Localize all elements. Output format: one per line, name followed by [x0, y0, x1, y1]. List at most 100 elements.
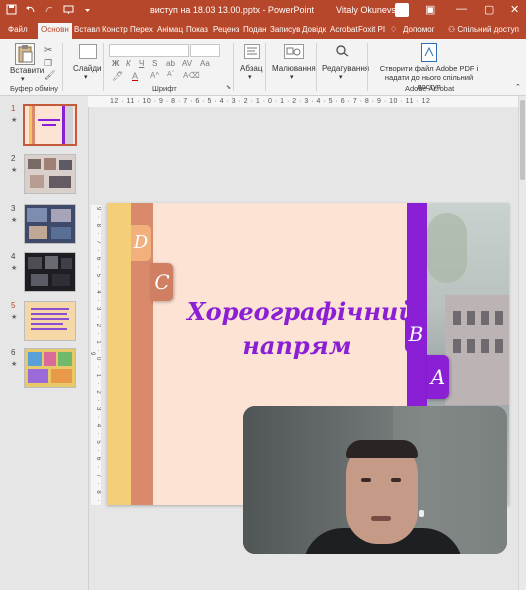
shadow-icon[interactable]: ab [166, 59, 175, 68]
change-case-icon[interactable]: Aa [200, 59, 210, 68]
text-highlight-icon[interactable]: 🖊 [112, 71, 123, 82]
ribbon: Вставити ▾ ✂ ❐ 🖌 Буфер обміну Слайди ▾ Ж… [0, 39, 526, 96]
paragraph-icon[interactable] [244, 44, 260, 59]
editing-dropdown-icon[interactable]: ▾ [339, 73, 343, 81]
italic-icon[interactable]: К [126, 59, 131, 68]
tab-help[interactable]: Довідк [302, 25, 326, 34]
animation-star-icon: ★ [11, 167, 18, 174]
slides-dropdown-icon[interactable]: ▾ [84, 73, 88, 81]
paste-dropdown-icon[interactable]: ▾ [21, 75, 25, 83]
tab-tell-me[interactable]: Допомог [403, 25, 435, 34]
font-color-icon[interactable]: A [132, 71, 138, 81]
person-icon: ⚇ [448, 25, 458, 34]
cut-icon[interactable]: ✂ [44, 45, 52, 56]
strikethrough-icon[interactable]: S [152, 59, 157, 68]
shapes-icon[interactable] [284, 44, 304, 59]
undo-icon[interactable] [25, 4, 36, 15]
font-dialog-launcher-icon[interactable]: ⬊ [226, 84, 231, 91]
person-hair [346, 440, 418, 458]
tab-slideshow[interactable]: Показ [186, 25, 208, 34]
tab-home[interactable]: Основн [38, 23, 72, 39]
font-size-input[interactable] [190, 44, 220, 57]
slide-thumb-3[interactable] [24, 204, 76, 244]
paragraph-dropdown-icon[interactable]: ▾ [248, 73, 252, 81]
tab-c: C [151, 263, 173, 301]
customize-toolbar-icon[interactable] [82, 4, 93, 15]
search-icon[interactable] [335, 44, 351, 57]
yellow-stripe [107, 203, 131, 505]
editing-button[interactable]: Редагування [322, 64, 369, 73]
clear-formatting-icon[interactable]: A⌫ [183, 71, 200, 80]
slide-thumb-6[interactable] [24, 348, 76, 388]
thumb-number: 1 [11, 104, 16, 113]
slide-thumbnails-pane: 1 ★ 2 ★ 3 ★ 4 ★ 5 ★ 6 ★ [0, 96, 89, 590]
redo-icon[interactable] [44, 4, 55, 15]
lightbulb-icon[interactable]: ♢ [390, 25, 397, 34]
font-name-input[interactable] [109, 44, 189, 57]
ribbon-display-options-icon[interactable]: ▣ [425, 3, 435, 16]
animation-star-icon: ★ [11, 314, 18, 321]
slide-thumb-5[interactable] [24, 301, 76, 341]
slide-thumb-4[interactable] [24, 252, 76, 292]
new-slide-icon[interactable] [79, 44, 97, 59]
acrobat-group-label: Adobe Acrobat [405, 84, 455, 93]
maximize-icon[interactable]: ▢ [484, 3, 494, 16]
paragraph-button[interactable]: Абзац [240, 64, 262, 73]
tab-insert[interactable]: Вставл [74, 25, 100, 34]
collapse-ribbon-icon[interactable]: ⌃ [515, 83, 521, 91]
slide-title[interactable]: Хореографічний напрям [187, 295, 416, 363]
scrollbar-thumb[interactable] [520, 100, 525, 180]
format-painter-icon[interactable]: 🖌 [44, 70, 55, 81]
thumb-number: 6 [11, 348, 16, 357]
create-pdf-icon[interactable] [421, 43, 437, 62]
paste-button[interactable]: Вставити [10, 66, 44, 75]
separator [103, 43, 104, 91]
tab-transitions[interactable]: Перех [130, 25, 153, 34]
thumb-number: 3 [11, 204, 16, 213]
tab-recording[interactable]: Записув [270, 25, 300, 34]
avatar[interactable] [395, 3, 409, 17]
animation-star-icon: ★ [11, 265, 18, 272]
drawing-button[interactable]: Малювання [272, 64, 316, 73]
vertical-scrollbar[interactable] [518, 96, 526, 590]
decrease-font-icon[interactable]: Aˇ [167, 71, 174, 78]
share-button[interactable]: ⚇ Спільний доступ [448, 25, 519, 34]
quick-access-toolbar [6, 4, 93, 15]
slide-thumb-2[interactable] [24, 154, 76, 194]
save-icon[interactable] [6, 4, 17, 15]
tab-design[interactable]: Констр [102, 25, 128, 34]
close-icon[interactable]: ✕ [510, 3, 519, 16]
slides-button[interactable]: Слайди [73, 64, 102, 73]
tab-v: B [405, 315, 427, 353]
copy-icon[interactable]: ❐ [44, 58, 52, 69]
ribbon-tabs: Файл Основн Вставл Констр Перех Анімац П… [0, 21, 526, 39]
increase-font-icon[interactable]: A^ [150, 71, 159, 80]
tab-animations[interactable]: Анімац [157, 25, 183, 34]
slide-thumb-1[interactable] [23, 104, 77, 146]
slide-title-line2: напрям [242, 331, 352, 360]
underline-icon[interactable]: Ч [139, 59, 144, 68]
bold-icon[interactable]: Ж [112, 59, 119, 68]
animation-star-icon: ★ [11, 217, 18, 224]
drawing-dropdown-icon[interactable]: ▾ [290, 73, 294, 81]
separator [62, 43, 63, 91]
tab-acrobat[interactable]: Acrobat [330, 25, 358, 34]
spacing-icon[interactable]: AV [182, 59, 192, 68]
font-group-label: Шрифт [152, 84, 177, 93]
minimize-icon[interactable]: — [456, 3, 467, 15]
tab-review[interactable]: Реценз [213, 25, 239, 34]
animation-star-icon: ★ [11, 361, 18, 368]
webcam-overlay [243, 406, 507, 554]
tab-d: D [131, 225, 151, 261]
tab-foxit[interactable]: Foxit PI [358, 25, 385, 34]
earbud [419, 510, 424, 517]
animation-star-icon: ★ [11, 117, 18, 124]
present-from-start-icon[interactable] [63, 4, 74, 15]
tab-d-letter: D [133, 232, 149, 253]
tab-view[interactable]: Подан [243, 25, 267, 34]
document-title: виступ на 18.03 13.00.pptx - PowerPoint [150, 5, 314, 15]
tab-file[interactable]: Файл [8, 25, 28, 34]
paste-icon[interactable] [15, 43, 35, 65]
tab-a-letter: A [430, 365, 446, 389]
share-label: Спільний доступ [457, 25, 519, 34]
